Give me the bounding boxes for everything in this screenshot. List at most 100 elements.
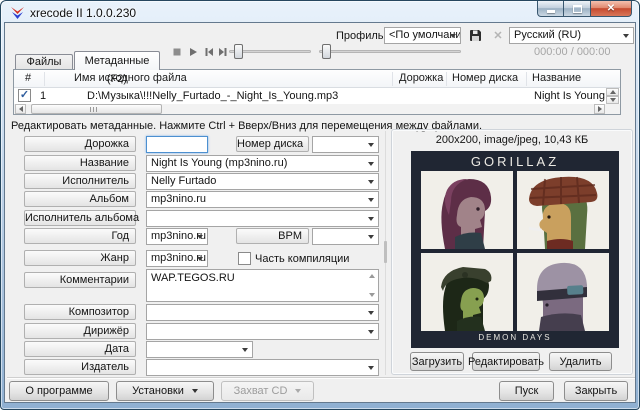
- comments-value: WAP.TEGOS.RU: [151, 272, 235, 284]
- app-logo-icon: [10, 6, 25, 20]
- album-select[interactable]: mp3nino.ru: [146, 191, 379, 208]
- grip-icon: [90, 107, 91, 112]
- character-noodle: [421, 253, 513, 331]
- date-select[interactable]: [146, 341, 253, 358]
- titlebar: xrecode II 1.0.0.230: [10, 4, 136, 21]
- field-label-album[interactable]: Альбом: [24, 191, 136, 207]
- window-controls: ✕: [537, 1, 632, 17]
- chevron-down-icon: [368, 143, 374, 147]
- edit-artwork-button[interactable]: Редактировать: [472, 352, 540, 371]
- seek-slider-thumb[interactable]: [234, 44, 243, 59]
- field-label-publisher[interactable]: Издатель: [24, 359, 136, 375]
- field-label-comments[interactable]: Комментарии: [24, 272, 136, 288]
- close-app-button[interactable]: Закрыть: [564, 381, 628, 401]
- title-select[interactable]: Night Is Young (mp3nino.ru): [146, 155, 379, 172]
- conductor-select[interactable]: [146, 323, 379, 340]
- scroll-left-button[interactable]: [15, 104, 26, 114]
- disc-select[interactable]: [312, 136, 379, 153]
- album-art[interactable]: GORILLAZ: [411, 151, 619, 348]
- arrow-left-icon: [19, 106, 23, 112]
- chevron-down-icon: [192, 389, 198, 393]
- year-select[interactable]: mp3nino.ru: [146, 228, 208, 245]
- scroll-right-button[interactable]: [594, 104, 605, 114]
- table-row[interactable]: ✓ 1 D:\Музыка\!!!Nelly_Furtado_-_Night_I…: [14, 88, 620, 104]
- column-separator: [44, 72, 45, 86]
- publisher-select[interactable]: [146, 359, 379, 376]
- character-2d: [517, 171, 609, 249]
- volume-slider-thumb[interactable]: [322, 44, 331, 59]
- row-checkbox[interactable]: ✓: [18, 89, 31, 102]
- track-input[interactable]: [146, 136, 208, 153]
- tab-files[interactable]: Файлы (F1): [15, 54, 73, 70]
- composer-select[interactable]: [146, 304, 379, 321]
- row-number: 1: [40, 90, 46, 102]
- field-label-track[interactable]: Дорожка: [24, 136, 136, 152]
- field-label-album-artist[interactable]: Исполнитель альбома: [24, 210, 136, 226]
- horizontal-scrollbar[interactable]: [14, 104, 620, 114]
- scroll-up-button[interactable]: [606, 88, 619, 96]
- field-label-artist[interactable]: Исполнитель: [24, 173, 136, 189]
- column-separator: [526, 72, 527, 86]
- compilation-checkbox[interactable]: [238, 252, 251, 265]
- field-label-genre[interactable]: Жанр: [24, 250, 136, 266]
- chevron-down-icon: [368, 162, 374, 166]
- file-table: # Имя исходного файла Дорожка Номер диск…: [13, 69, 621, 115]
- maximize-button[interactable]: [564, 1, 590, 17]
- album-value: mp3nino.ru: [151, 193, 206, 205]
- field-label-disc[interactable]: Номер диска: [236, 136, 309, 152]
- character-murdoc: [421, 171, 513, 249]
- save-profile-button[interactable]: [467, 27, 484, 44]
- language-select[interactable]: Русский (RU): [509, 27, 634, 44]
- close-button[interactable]: ✕: [590, 1, 632, 17]
- previous-track-button[interactable]: [203, 46, 215, 58]
- splitter-handle[interactable]: [384, 241, 387, 263]
- field-label-year[interactable]: Год: [24, 228, 136, 244]
- compilation-label: Часть компиляции: [255, 253, 349, 265]
- row-title: Night Is Young (mp3nino.ru): [534, 90, 605, 102]
- scroll-down-button[interactable]: [606, 96, 619, 104]
- column-header-title[interactable]: Название: [532, 72, 581, 84]
- minimize-button[interactable]: [537, 1, 564, 17]
- next-track-button[interactable]: [217, 46, 229, 58]
- load-artwork-button[interactable]: Загрузить: [410, 352, 464, 371]
- profile-label: Профиль: [336, 30, 384, 42]
- delete-profile-button[interactable]: ✕: [490, 27, 506, 44]
- chevron-down-icon: [295, 389, 301, 393]
- artist-select[interactable]: Nelly Furtado: [146, 173, 379, 190]
- genre-select[interactable]: mp3nino.ru: [146, 250, 208, 267]
- stop-button[interactable]: [171, 46, 183, 58]
- delete-x-icon: ✕: [493, 29, 502, 42]
- field-label-conductor[interactable]: Дирижёр: [24, 323, 136, 339]
- album-artist-select[interactable]: [146, 210, 379, 227]
- field-label-title[interactable]: Название: [24, 155, 136, 171]
- chevron-down-icon: [242, 348, 248, 352]
- column-header-num[interactable]: #: [25, 72, 31, 84]
- column-header-track[interactable]: Дорожка: [399, 72, 443, 84]
- arrow-down-icon[interactable]: [369, 293, 375, 297]
- seek-slider[interactable]: [229, 50, 311, 53]
- bpm-select[interactable]: [312, 228, 379, 245]
- scrollbar-thumb[interactable]: [31, 104, 162, 114]
- chevron-down-icon: [368, 366, 374, 370]
- play-button[interactable]: [187, 46, 199, 58]
- client-area: Профиль <По умолчанию> ✕ Русский (RU): [4, 22, 636, 403]
- settings-button[interactable]: Установки: [116, 381, 214, 401]
- arrow-up-icon[interactable]: [369, 274, 375, 278]
- about-button[interactable]: О программе: [9, 381, 109, 401]
- maximize-icon: [573, 5, 582, 13]
- start-button[interactable]: Пуск: [499, 381, 554, 401]
- arrow-up-icon: [610, 90, 616, 94]
- profile-select[interactable]: <По умолчанию>: [384, 27, 461, 44]
- column-header-filename[interactable]: Имя исходного файла: [74, 72, 187, 84]
- volume-slider[interactable]: [319, 50, 461, 53]
- field-label-date[interactable]: Дата: [24, 341, 136, 357]
- comments-textarea[interactable]: WAP.TEGOS.RU: [146, 269, 379, 302]
- field-label-composer[interactable]: Композитор: [24, 304, 136, 320]
- tab-metadata[interactable]: Метаданные (F2): [74, 51, 160, 70]
- arrow-down-icon: [610, 98, 616, 102]
- delete-artwork-button[interactable]: Удалить: [549, 352, 612, 371]
- chevron-down-icon: [368, 198, 374, 202]
- field-label-bpm[interactable]: BPM: [236, 228, 309, 244]
- column-header-disc[interactable]: Номер диска: [452, 72, 518, 84]
- chevron-down-icon: [623, 34, 629, 38]
